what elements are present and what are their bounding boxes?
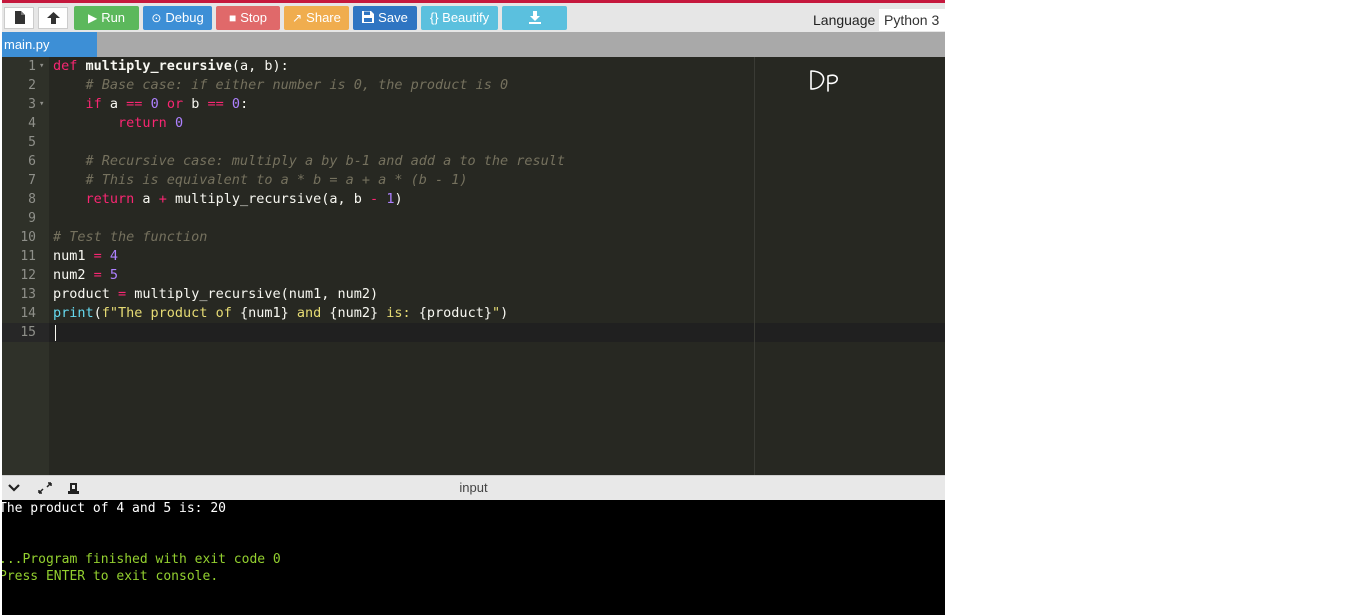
debug-circle-icon: ⊙ <box>151 11 162 25</box>
line-number: 13 <box>20 287 36 302</box>
line-number: 3 <box>28 97 36 112</box>
code-line-14: print(f"The product of {num1} and {num2}… <box>53 305 509 321</box>
code-line-11: num1 = 4 <box>53 248 119 264</box>
upload-icon <box>46 11 60 24</box>
console-press-enter: Press ENTER to exit console. <box>2 569 219 584</box>
toolbar: ▶ Run ⊙ Debug ■ Stop ↗ Share Save {} Beautif… <box>2 3 945 32</box>
line-number: 10 <box>20 230 36 245</box>
code-line-12: num2 = 5 <box>53 267 119 283</box>
console-toolbar: input <box>2 475 945 500</box>
beautify-button[interactable]: {} Beautify <box>421 6 498 30</box>
fold-toggle-line-3[interactable]: ▾ <box>39 95 44 114</box>
save-button[interactable]: Save <box>353 6 417 30</box>
language-label: Language <box>813 12 876 28</box>
online-ide-window: ▶ Run ⊙ Debug ■ Stop ↗ Share Save {} Beautif… <box>2 0 945 615</box>
play-icon: ▶ <box>87 11 98 25</box>
upload-button[interactable] <box>38 7 68 29</box>
console-exit-status: ...Program finished with exit code 0 <box>2 552 281 567</box>
code-line-6: # Recursive case: multiply a by b-1 and … <box>53 153 566 169</box>
line-number: 8 <box>28 192 36 207</box>
code-editor[interactable]: 1 2 3 4 5 6 7 8 9 10 11 12 13 14 15 ▾ ▾ def multiply_r… <box>2 57 945 475</box>
fold-toggle-line-1[interactable]: ▾ <box>39 57 44 76</box>
line-number: 2 <box>28 78 36 93</box>
stop-square-icon: ■ <box>229 11 237 25</box>
handwritten-annotation: DP <box>808 67 842 98</box>
language-select[interactable]: Python 3 <box>879 9 945 31</box>
line-number: 6 <box>28 154 36 169</box>
stop-button[interactable]: ■ Stop <box>216 6 280 30</box>
file-tab-bar: main.py <box>2 32 945 57</box>
output-console[interactable]: The product of 4 and 5 is: 20 ...Program… <box>2 500 945 615</box>
line-number: 12 <box>20 268 36 283</box>
print-margin <box>754 57 755 475</box>
text-cursor <box>55 325 56 341</box>
share-button[interactable]: ↗ Share <box>284 6 349 30</box>
run-button[interactable]: ▶ Run <box>74 6 139 30</box>
tab-main-py[interactable]: main.py <box>2 32 97 57</box>
download-button[interactable] <box>502 6 567 30</box>
line-number: 4 <box>28 116 36 131</box>
line-number: 7 <box>28 173 36 188</box>
line-number: 11 <box>20 249 36 264</box>
new-file-button[interactable] <box>4 7 34 29</box>
code-line-13: product = multiply_recursive(num1, num2) <box>53 286 379 302</box>
active-line-highlight <box>49 323 945 342</box>
line-number: 5 <box>28 135 36 150</box>
line-number: 9 <box>28 211 36 226</box>
floppy-disk-icon <box>362 11 375 23</box>
line-number: 15 <box>20 325 36 340</box>
code-line-3: if a == 0 or b == 0: <box>85 96 249 112</box>
share-icon: ↗ <box>292 11 303 25</box>
file-icon <box>14 11 25 25</box>
console-output-line: The product of 4 and 5 is: 20 <box>2 501 226 516</box>
code-line-4: return 0 <box>118 115 184 131</box>
code-line-10: # Test the function <box>53 229 208 245</box>
code-line-1: def multiply_recursive(a, b): <box>53 58 289 74</box>
code-line-2: # Base case: if either number is 0, the … <box>53 77 509 93</box>
line-number: 14 <box>20 306 36 321</box>
line-number: 1 <box>28 59 36 74</box>
code-line-7: # This is equivalent to a * b = a + a * … <box>53 172 468 188</box>
console-title: input <box>459 480 488 495</box>
download-icon <box>528 11 541 24</box>
debug-button[interactable]: ⊙ Debug <box>143 6 212 30</box>
code-line-8: return a + multiply_recursive(a, b - 1) <box>85 191 403 207</box>
